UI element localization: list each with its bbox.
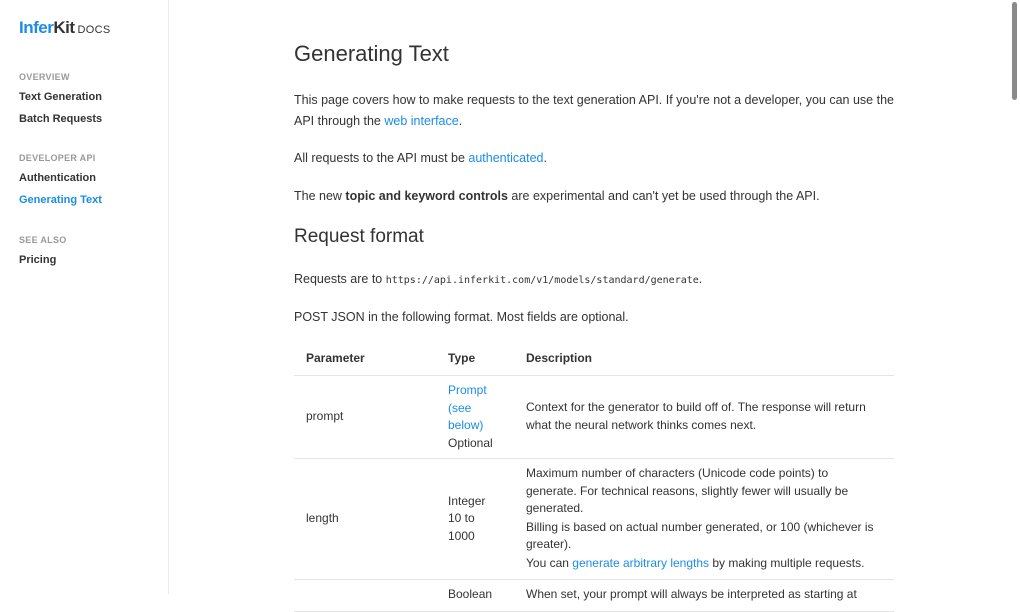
param-description: Maximum number of characters (Unicode co…: [514, 458, 894, 580]
nav-heading: SEE ALSO: [19, 235, 67, 245]
web-interface-link[interactable]: web interface: [384, 114, 458, 128]
table-row: prompt Prompt (see below) Optional Contex…: [294, 375, 894, 459]
param-description: Context for the generator to build off o…: [514, 375, 894, 459]
logo-infer: Infer: [19, 18, 54, 37]
api-url: https://api.inferkit.com/v1/models/stand…: [385, 275, 699, 286]
topic-text: The new: [294, 189, 346, 203]
nav-group-see-also: SEE ALSO Pricing: [19, 235, 67, 275]
sidebar-item-generating-text[interactable]: Generating Text: [19, 193, 102, 207]
auth-paragraph: All requests to the API must be authenti…: [294, 148, 894, 169]
desc-line: Billing is based on actual number genera…: [526, 519, 874, 552]
desc-line: Context for the generator to build off o…: [526, 400, 866, 432]
auth-text: All requests to the API must be: [294, 151, 469, 165]
header-type: Type: [436, 340, 514, 376]
param-description: When set, your prompt will always be int…: [514, 579, 894, 612]
param-name: prompt: [294, 375, 436, 459]
logo[interactable]: InferKit DOCS: [19, 18, 111, 38]
header-description: Description: [514, 340, 894, 376]
url-text: Requests are to: [294, 272, 386, 286]
table-row: length Integer 10 to 1000 Maximum number…: [294, 458, 894, 580]
param-name: length: [294, 458, 436, 580]
nav-heading: DEVELOPER API: [19, 153, 96, 163]
desc-text: by making multiple requests.: [709, 555, 865, 570]
post-paragraph: POST JSON in the following format. Most …: [294, 310, 629, 324]
sidebar-item-batch-requests[interactable]: Batch Requests: [19, 112, 102, 126]
sidebar-item-pricing[interactable]: Pricing: [19, 253, 67, 267]
header-parameter: Parameter: [294, 340, 436, 376]
auth-end: .: [543, 151, 547, 165]
arbitrary-lengths-link[interactable]: generate arbitrary lengths: [572, 556, 709, 570]
nav-heading: OVERVIEW: [19, 72, 70, 82]
desc-line: When set, your prompt will always be int…: [526, 587, 857, 601]
param-type: Boolean: [436, 579, 514, 612]
request-format-heading: Request format: [294, 226, 424, 247]
prompt-type-link[interactable]: Prompt (see below): [448, 383, 487, 432]
page-title: Generating Text: [294, 41, 449, 66]
intro-end: .: [458, 114, 463, 128]
param-type: Prompt (see below) Optional: [436, 375, 514, 459]
sidebar-item-text-generation[interactable]: Text Generation: [19, 90, 102, 104]
intro-paragraph: This page covers how to make requests to…: [294, 90, 894, 132]
logo-docs: DOCS: [77, 24, 111, 36]
scrollbar[interactable]: [1012, 2, 1017, 100]
desc-line: You can generate arbitrary lengths by ma…: [526, 555, 882, 573]
desc-line: Maximum number of characters (Unicode co…: [526, 466, 849, 515]
param-name: [294, 579, 436, 612]
desc-text: You can: [526, 555, 573, 570]
logo-kit: Kit: [53, 18, 75, 37]
sidebar: InferKit DOCS OVERVIEW Text Generation Ba…: [0, 0, 169, 594]
url-paragraph: Requests are to https://api.inferkit.com…: [294, 269, 894, 291]
sidebar-item-authentication[interactable]: Authentication: [19, 171, 102, 185]
table-header-row: Parameter Type Description: [294, 340, 894, 376]
nav-group-overview: OVERVIEW Text Generation Batch Requests: [19, 72, 102, 134]
topic-bold: topic and keyword controls: [345, 189, 508, 203]
table-row: Boolean When set, your prompt will alway…: [294, 579, 894, 612]
topic-paragraph: The new topic and keyword controls are e…: [294, 186, 894, 207]
param-type: Integer 10 to 1000: [436, 458, 514, 580]
topic-end: are experimental and can't yet be used t…: [507, 189, 820, 203]
authenticated-link[interactable]: authenticated: [468, 151, 543, 165]
nav-group-developer-api: DEVELOPER API Authentication Generating …: [19, 153, 102, 215]
parameters-table: Parameter Type Description prompt Prompt…: [294, 340, 894, 612]
url-end: .: [698, 272, 703, 286]
type-optional: Optional: [448, 435, 493, 450]
